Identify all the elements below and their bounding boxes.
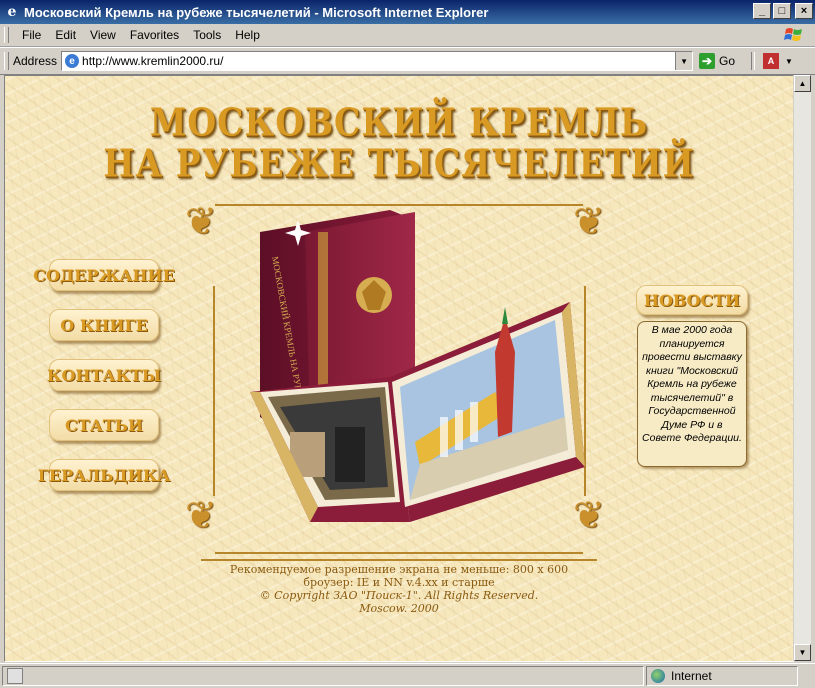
- menu-bar: File Edit View Favorites Tools Help: [0, 24, 815, 47]
- frame-bottom-line: [215, 552, 583, 554]
- window-title: Московский Кремль на рубеже тысячелетий …: [24, 4, 489, 20]
- vertical-scrollbar[interactable]: ▲ ▼: [793, 75, 811, 661]
- nav-contacts-button[interactable]: КОНТАКТЫ: [47, 359, 161, 391]
- footer-browser: броузер: IE и NN v.4.xx и старше: [303, 576, 495, 589]
- internet-zone-icon: [651, 669, 665, 683]
- window-titlebar[interactable]: e Московский Кремль на рубеже тысячелети…: [0, 0, 815, 24]
- news-button[interactable]: НОВОСТИ: [636, 285, 748, 315]
- nav-articles-button[interactable]: СТАТЬИ: [49, 409, 159, 441]
- ie-logo-icon: e: [7, 4, 17, 20]
- menu-favorites[interactable]: Favorites: [123, 28, 186, 42]
- menu-view[interactable]: View: [83, 28, 123, 42]
- go-label: Go: [719, 54, 736, 68]
- pdf-dropdown-icon[interactable]: ▼: [785, 57, 793, 66]
- page-status-icon: [7, 668, 23, 684]
- footer-location: Moscow. 2000: [359, 602, 439, 615]
- close-button[interactable]: ×: [795, 3, 813, 19]
- menu-file[interactable]: File: [15, 28, 48, 42]
- site-title-line1: МОСКОВСКИЙ КРЕМЛЬ: [149, 100, 649, 145]
- nav-contents-button[interactable]: СОДЕРЖАНИЕ: [33, 259, 175, 291]
- window-controls: _ □ ×: [753, 3, 813, 19]
- minimize-button[interactable]: _: [753, 3, 771, 19]
- nav-heraldry-button[interactable]: ГЕРАЛЬДИКА: [38, 459, 170, 491]
- book-illustration: МОСКОВСКИЙ КРЕМЛЬ НА РУБЕЖЕ ТЫСЯЧЕЛЕТИЙ: [250, 210, 585, 522]
- ornament-bottom-left-icon: ❦: [185, 493, 217, 537]
- footer-copyright: © Copyright ЗАО "Поиск-1". All Rights Re…: [259, 589, 539, 602]
- zone-label: Internet: [671, 669, 712, 683]
- toolbar-grip[interactable]: [4, 52, 9, 70]
- menu-edit[interactable]: Edit: [48, 28, 83, 42]
- menu-help[interactable]: Help: [228, 28, 267, 42]
- address-bar: Address e http://www.kremlin2000.ru/ ▼ ➔…: [0, 47, 815, 75]
- scroll-down-icon[interactable]: ▼: [794, 644, 811, 661]
- windows-logo-icon: [784, 28, 802, 41]
- go-arrow-icon: ➔: [699, 53, 716, 69]
- news-text: В мае 2000 года планируется провести выс…: [637, 321, 747, 467]
- pdf-icon[interactable]: A: [763, 53, 780, 69]
- toolbar-grip[interactable]: [4, 27, 9, 43]
- page-viewport: МОСКОВСКИЙ КРЕМЛЬ НА РУБЕЖЕ ТЫСЯЧЕЛЕТИЙ …: [4, 75, 794, 662]
- toolbar-separator: [751, 52, 756, 70]
- address-label: Address: [13, 54, 58, 68]
- scroll-up-icon[interactable]: ▲: [794, 75, 811, 92]
- footer-divider: [201, 559, 597, 561]
- page-icon: e: [65, 54, 80, 68]
- frame-left-line: [213, 286, 215, 496]
- go-button[interactable]: ➔ Go: [699, 53, 735, 69]
- maximize-button[interactable]: □: [773, 3, 791, 19]
- nav-about-book-button[interactable]: О КНИГЕ: [49, 309, 159, 341]
- menu-tools[interactable]: Tools: [186, 28, 228, 42]
- status-bar: Internet: [0, 663, 815, 688]
- status-text-cell: [2, 666, 644, 686]
- site-title-line2: НА РУБЕЖЕ ТЫСЯЧЕЛЕТИЙ: [103, 141, 695, 186]
- ornament-top-left-icon: ❦: [185, 199, 217, 243]
- address-input[interactable]: e http://www.kremlin2000.ru/ ▼: [61, 51, 694, 71]
- address-dropdown-icon[interactable]: ▼: [675, 52, 693, 70]
- address-url[interactable]: http://www.kremlin2000.ru/: [82, 54, 223, 68]
- footer-resolution: Рекомендуемое разрешение экрана не меньш…: [229, 563, 569, 576]
- status-zone-cell: Internet: [646, 666, 798, 686]
